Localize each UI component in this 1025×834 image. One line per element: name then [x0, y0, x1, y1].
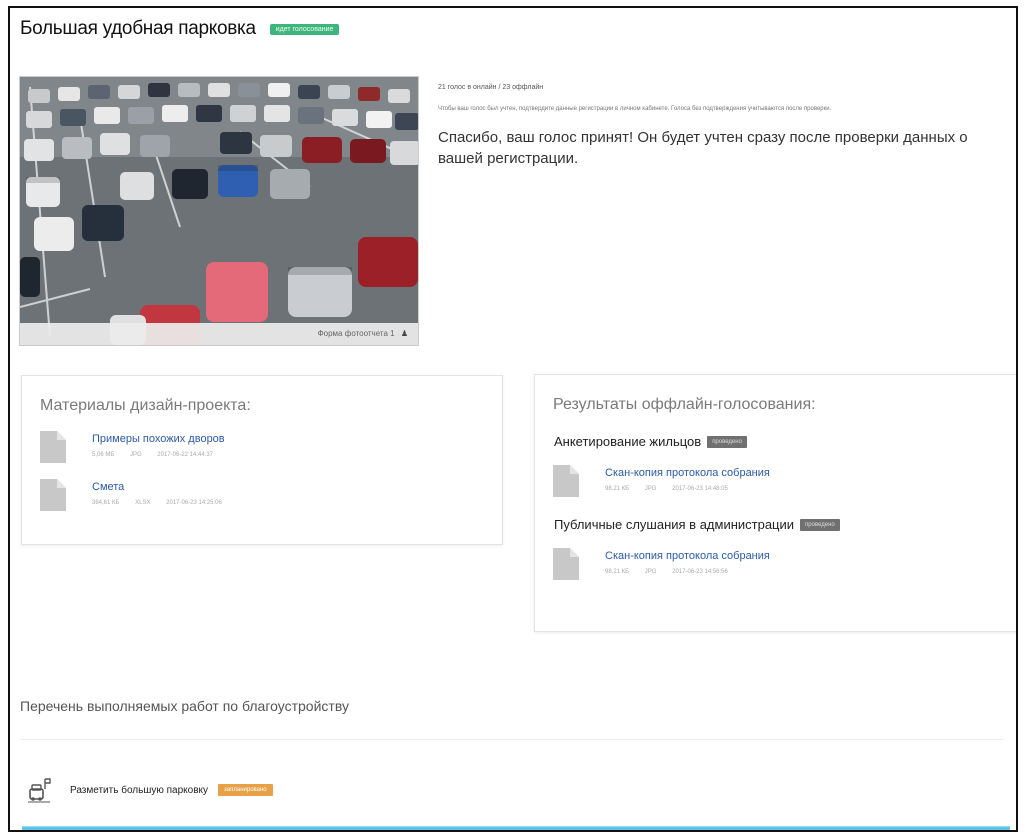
file-meta: 384,61 КБ XLSX 2017-06-23 14:25:06 — [92, 500, 236, 506]
file-meta: 98,21 КБ JPG 2017-06-23 14:56:56 — [605, 569, 770, 575]
results-group-label: Анкетирование жильцов — [554, 434, 702, 449]
results-group-label: Публичные слушания в администрации — [554, 517, 795, 532]
document-icon — [40, 479, 66, 511]
results-group-hearings: Публичные слушания в администрации прове… — [554, 517, 1016, 532]
file-date: 2017-06-23 14:56:56 — [672, 569, 728, 575]
file-link-protocol-hearings[interactable]: Скан-копия протокола собрания — [605, 550, 770, 562]
file-type: XLSX — [135, 500, 151, 506]
results-group-tag: проведено — [800, 518, 840, 531]
file-date: 2017-06-23 14:48:05 — [672, 486, 728, 492]
section-divider — [20, 739, 1004, 740]
results-group-survey: Анкетирование жильцов проведено — [554, 434, 1016, 449]
file-link-examples[interactable]: Примеры похожих дворов — [92, 433, 227, 445]
offline-results-panel: Результаты оффлайн-голосования: Анкетиро… — [534, 374, 1016, 632]
file-item: Скан-копия протокола собрания 98,21 КБ J… — [553, 548, 1016, 580]
votes-count: 21 голос в онлайн / 23 оффлайн — [438, 84, 544, 91]
file-link-estimate[interactable]: Смета — [92, 481, 236, 493]
file-size: 384,61 КБ — [92, 500, 120, 506]
parking-lines-icon — [26, 777, 52, 803]
page-frame: Большая удобная парковка идет голосовани… — [8, 6, 1018, 832]
photo-caption: Форма фотоотчета 1 ♟ — [20, 323, 418, 345]
work-item[interactable]: Разметить большую парковку запланировано — [26, 777, 273, 803]
design-materials-title: Материалы дизайн-проекта: — [40, 397, 251, 414]
parking-photo[interactable]: Форма фотоотчета 1 ♟ — [19, 76, 419, 346]
file-item: Скан-копия протокола собрания 98,21 КБ J… — [553, 465, 1016, 497]
file-link-protocol-survey[interactable]: Скан-копия протокола собрания — [605, 467, 770, 479]
file-date: 2017-06-22 14:44:37 — [157, 452, 214, 458]
bottom-accent-bar — [22, 826, 1010, 830]
file-size: 98,21 КБ — [605, 569, 630, 575]
user-icon: ♟ — [400, 329, 408, 338]
registration-hint: Чтобы ваш голос был учтен, подтвердите д… — [438, 106, 832, 112]
page-header: Большая удобная парковка идет голосовани… — [20, 18, 340, 40]
file-item: Смета 384,61 КБ XLSX 2017-06-23 14:25:06 — [40, 479, 502, 511]
photo-caption-text: Форма фотоотчета 1 — [317, 329, 395, 338]
document-icon — [553, 548, 579, 580]
document-icon — [553, 465, 579, 497]
document-icon — [40, 431, 66, 463]
results-group-tag: проведено — [707, 435, 747, 448]
file-type: JPG — [644, 486, 657, 492]
status-badge: идет голосование — [269, 23, 340, 35]
file-date: 2017-06-23 14:25:06 — [166, 500, 222, 506]
offline-results-title: Результаты оффлайн-голосования: — [553, 396, 816, 413]
work-label: Разметить большую парковку — [70, 784, 209, 796]
file-size: 5,06 МБ — [92, 452, 115, 458]
file-type: JPG — [644, 569, 657, 575]
file-meta: 5,06 МБ JPG 2017-06-22 14:44:37 — [92, 452, 227, 458]
file-item: Примеры похожих дворов 5,06 МБ JPG 2017-… — [40, 431, 502, 463]
file-size: 98,21 КБ — [605, 486, 630, 492]
design-materials-panel: Материалы дизайн-проекта: Примеры похожи… — [21, 375, 503, 545]
vote-accepted-message: Спасибо, ваш голос принят! Он будет учте… — [438, 129, 968, 167]
page-title: Большая удобная парковка — [20, 18, 256, 39]
file-meta: 98,21 КБ JPG 2017-06-23 14:48:05 — [605, 486, 770, 492]
work-status-tag: запланировано — [218, 784, 273, 796]
works-heading: Перечень выполняемых работ по благоустро… — [20, 698, 349, 714]
parking-photo-image — [20, 77, 418, 345]
file-type: JPG — [129, 452, 142, 458]
voting-info: 21 голос в онлайн / 23 оффлайн Чтобы ваш… — [438, 84, 1013, 169]
